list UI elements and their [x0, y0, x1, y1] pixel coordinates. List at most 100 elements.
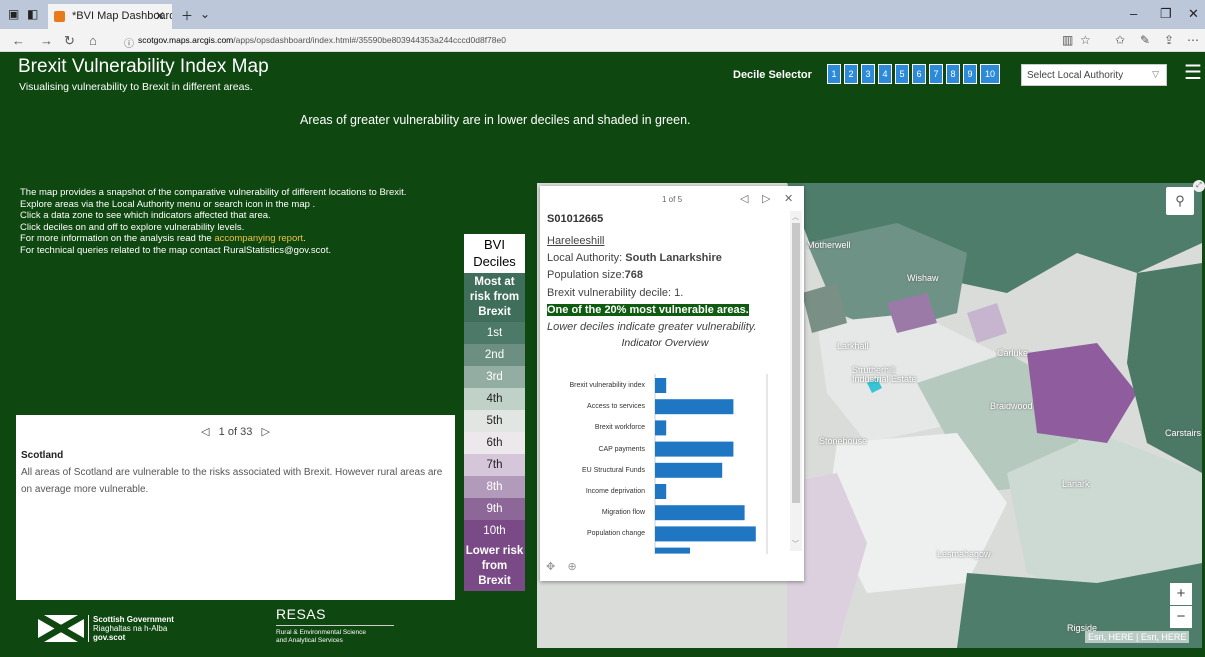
card-prev-icon[interactable]: ◁ — [201, 426, 209, 438]
decile-button-4[interactable]: 4 — [878, 64, 892, 84]
site-info-icon[interactable]: ⓘ — [124, 35, 134, 50]
decile-button-10[interactable]: 10 — [980, 64, 1000, 84]
home-icon[interactable]: ⌂ — [89, 33, 97, 48]
decile-button-2[interactable]: 2 — [844, 64, 858, 84]
decile-button-5[interactable]: 5 — [895, 64, 909, 84]
decile-button-8[interactable]: 8 — [946, 64, 960, 84]
decile-button-9[interactable]: 9 — [963, 64, 977, 84]
popup-content: Hareleeshill Local Authority: South Lana… — [547, 233, 787, 336]
indicator-chart-svg — [654, 374, 768, 554]
resas-line-2: and Analytical Services — [276, 637, 343, 644]
share-icon[interactable]: ⇪ — [1164, 33, 1174, 47]
local-authority-select[interactable]: Select Local Authority ▽ — [1021, 64, 1167, 86]
chart-category-label-7: Population change — [587, 530, 645, 538]
favorites-icon[interactable]: ✩ — [1115, 33, 1125, 47]
url-host: scotgov.maps.arcgis.com — [138, 35, 234, 45]
scroll-up-icon[interactable]: ︿ — [792, 212, 799, 222]
tab-list-chevron-icon[interactable]: ⌄ — [200, 7, 210, 21]
card-page-count: 1 of 33 — [218, 426, 253, 438]
legend-row-2nd: 2nd — [464, 344, 525, 366]
map-attribution[interactable]: Esri, HERE | Esri, HERE — [1085, 631, 1190, 643]
minimize-icon[interactable]: – — [1130, 6, 1137, 21]
chart-bar-3[interactable] — [655, 441, 734, 457]
reading-view-icon[interactable]: ▥ — [1062, 33, 1073, 47]
popup-next-icon[interactable]: ▷ — [762, 192, 770, 205]
popup-header: 1 of 5 ◁ ▷ ✕ — [540, 186, 804, 210]
popup-scrollbar[interactable]: ︿ ﹀ — [790, 211, 802, 551]
chart-bar-1[interactable] — [655, 399, 734, 415]
chart-category-label-0: Brexit vulnerability index — [569, 382, 645, 389]
set-tabs-aside-icon[interactable]: ◧ — [27, 7, 38, 21]
popup-prev-icon[interactable]: ◁ — [740, 192, 748, 205]
move-icon[interactable]: ✥ — [546, 561, 555, 573]
legend-row-6th: 6th — [464, 432, 525, 454]
decile-button-1[interactable]: 1 — [827, 64, 841, 84]
url-field[interactable]: scotgov.maps.arcgis.com/apps/opsdashboar… — [138, 35, 506, 45]
legend-row-3rd: 3rd — [464, 366, 525, 388]
popup-scroll-thumb[interactable] — [792, 223, 800, 503]
saltire-logo-icon — [38, 615, 84, 642]
back-icon[interactable]: ← — [12, 33, 25, 48]
card-body: All areas of Scotland are vulnerable to … — [21, 467, 443, 495]
chart-bar-clipped — [655, 547, 690, 554]
map-label-carstairs: Carstairs — [1165, 428, 1202, 438]
more-icon[interactable]: ⋯ — [1187, 33, 1199, 47]
desc-line-1: The map provides a snapshot of the compa… — [20, 187, 407, 198]
gov-line-3: gov.scot — [93, 633, 126, 642]
browser-tab[interactable]: *BVI Map Dashboard (1 ✕ — [48, 4, 172, 29]
refresh-icon[interactable]: ↻ — [64, 33, 75, 49]
zoom-out-button[interactable]: − — [1170, 606, 1192, 628]
favorite-star-icon[interactable]: ☆ — [1080, 33, 1091, 47]
accompanying-report-link[interactable]: accompanying report — [214, 233, 303, 244]
chart-category-label-2: Brexit workforce — [594, 424, 645, 432]
chart-bar-6[interactable] — [655, 505, 745, 521]
address-bar: ← → ↻ ⌂ ⓘ scotgov.maps.arcgis.com/apps/o… — [0, 29, 1205, 52]
indicator-overview-title: Indicator Overview — [621, 337, 709, 349]
popup-place-link[interactable]: Hareleeshill — [547, 233, 787, 250]
tab-preview-icon[interactable]: ▣ — [8, 7, 19, 21]
menu-icon[interactable]: ☰ — [1184, 60, 1202, 85]
popup-highlight: One of the 20% most vulnerable areas. — [547, 303, 749, 316]
url-path: /apps/opsdashboard/index.html#/35590be80… — [233, 35, 506, 45]
chart-category-label-3: CAP payments — [598, 445, 645, 453]
chart-bar-5[interactable] — [655, 484, 667, 499]
map-label-wishaw: Wishaw — [907, 273, 939, 283]
expand-widget-icon[interactable]: ⤢ — [1193, 180, 1205, 192]
restore-icon[interactable]: ❐ — [1160, 6, 1172, 22]
scroll-down-icon[interactable]: ﹀ — [792, 539, 799, 549]
popup-close-icon[interactable]: ✕ — [784, 192, 793, 205]
decile-button-7[interactable]: 7 — [929, 64, 943, 84]
legend-title: BVI Deciles — [464, 234, 525, 273]
map-label-motherwell: Motherwell — [807, 240, 851, 250]
legend-row-9th: 9th — [464, 498, 525, 520]
chart-bar-0[interactable] — [655, 378, 667, 393]
window-close-icon[interactable]: ✕ — [1188, 6, 1199, 22]
chart-bar-7[interactable] — [655, 526, 756, 542]
chart-category-label-5: Income deprivation — [585, 488, 645, 495]
bvi-decile-legend: BVI Deciles Most at risk from Brexit 1st… — [464, 234, 525, 591]
app-title: Brexit Vulnerability Index Map — [18, 56, 269, 77]
vulnerability-banner: Areas of greater vulnerability are in lo… — [300, 113, 691, 127]
resas-line-1: Rural & Environmental Science — [276, 629, 366, 636]
decile-button-6[interactable]: 6 — [912, 64, 926, 84]
zoom-to-icon[interactable]: ⊕ — [567, 561, 576, 573]
map-label-strutherhill: Strutherhill Industrial Estate — [852, 365, 917, 384]
chart-category-label-4: EU Structural Funds — [581, 466, 645, 474]
chart-bar-4[interactable] — [655, 462, 723, 478]
card-next-icon[interactable]: ▷ — [261, 426, 269, 438]
gov-line-1: Scottish Government — [93, 615, 174, 624]
search-icon[interactable]: ⚲ — [1166, 187, 1194, 215]
resas-logo: RESAS Rural & Environmental Science and … — [276, 606, 394, 645]
tab-close-icon[interactable]: ✕ — [155, 9, 165, 23]
legend-row-1st: 1st — [464, 322, 525, 344]
legend-rows: 1st 2nd 3rd 4th 5th 6th 7th 8th 9th 10th — [464, 322, 525, 542]
chart-bar-2[interactable] — [655, 420, 667, 436]
zoom-in-button[interactable]: + — [1170, 583, 1192, 605]
popup-population: Population size:768 — [547, 267, 787, 284]
decile-button-3[interactable]: 3 — [861, 64, 875, 84]
page-root: ▣ ◧ *BVI Map Dashboard (1 ✕ ＋ ⌄ – ❐ ✕ ← … — [0, 0, 1205, 657]
forward-icon[interactable]: → — [40, 33, 53, 48]
map-label-carluke: Carluke — [997, 348, 1029, 358]
new-tab-icon[interactable]: ＋ — [181, 7, 193, 24]
notes-icon[interactable]: ✎ — [1140, 33, 1150, 47]
